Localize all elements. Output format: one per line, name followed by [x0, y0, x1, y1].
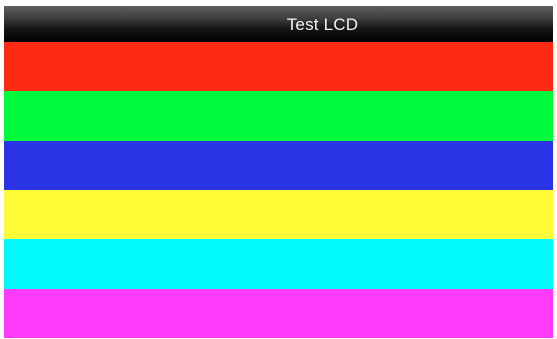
color-bar-green [4, 91, 553, 141]
color-bar-red [4, 42, 553, 92]
color-bars [4, 42, 553, 338]
color-bar-magenta [4, 288, 553, 338]
screen-title: Test LCD [286, 14, 359, 34]
color-bar-yellow [4, 189, 553, 240]
title-bar: Test LCD [4, 6, 553, 42]
lcd-test-screen: Test LCD [4, 6, 553, 338]
color-bar-blue [4, 140, 553, 190]
color-bar-cyan [4, 239, 553, 289]
